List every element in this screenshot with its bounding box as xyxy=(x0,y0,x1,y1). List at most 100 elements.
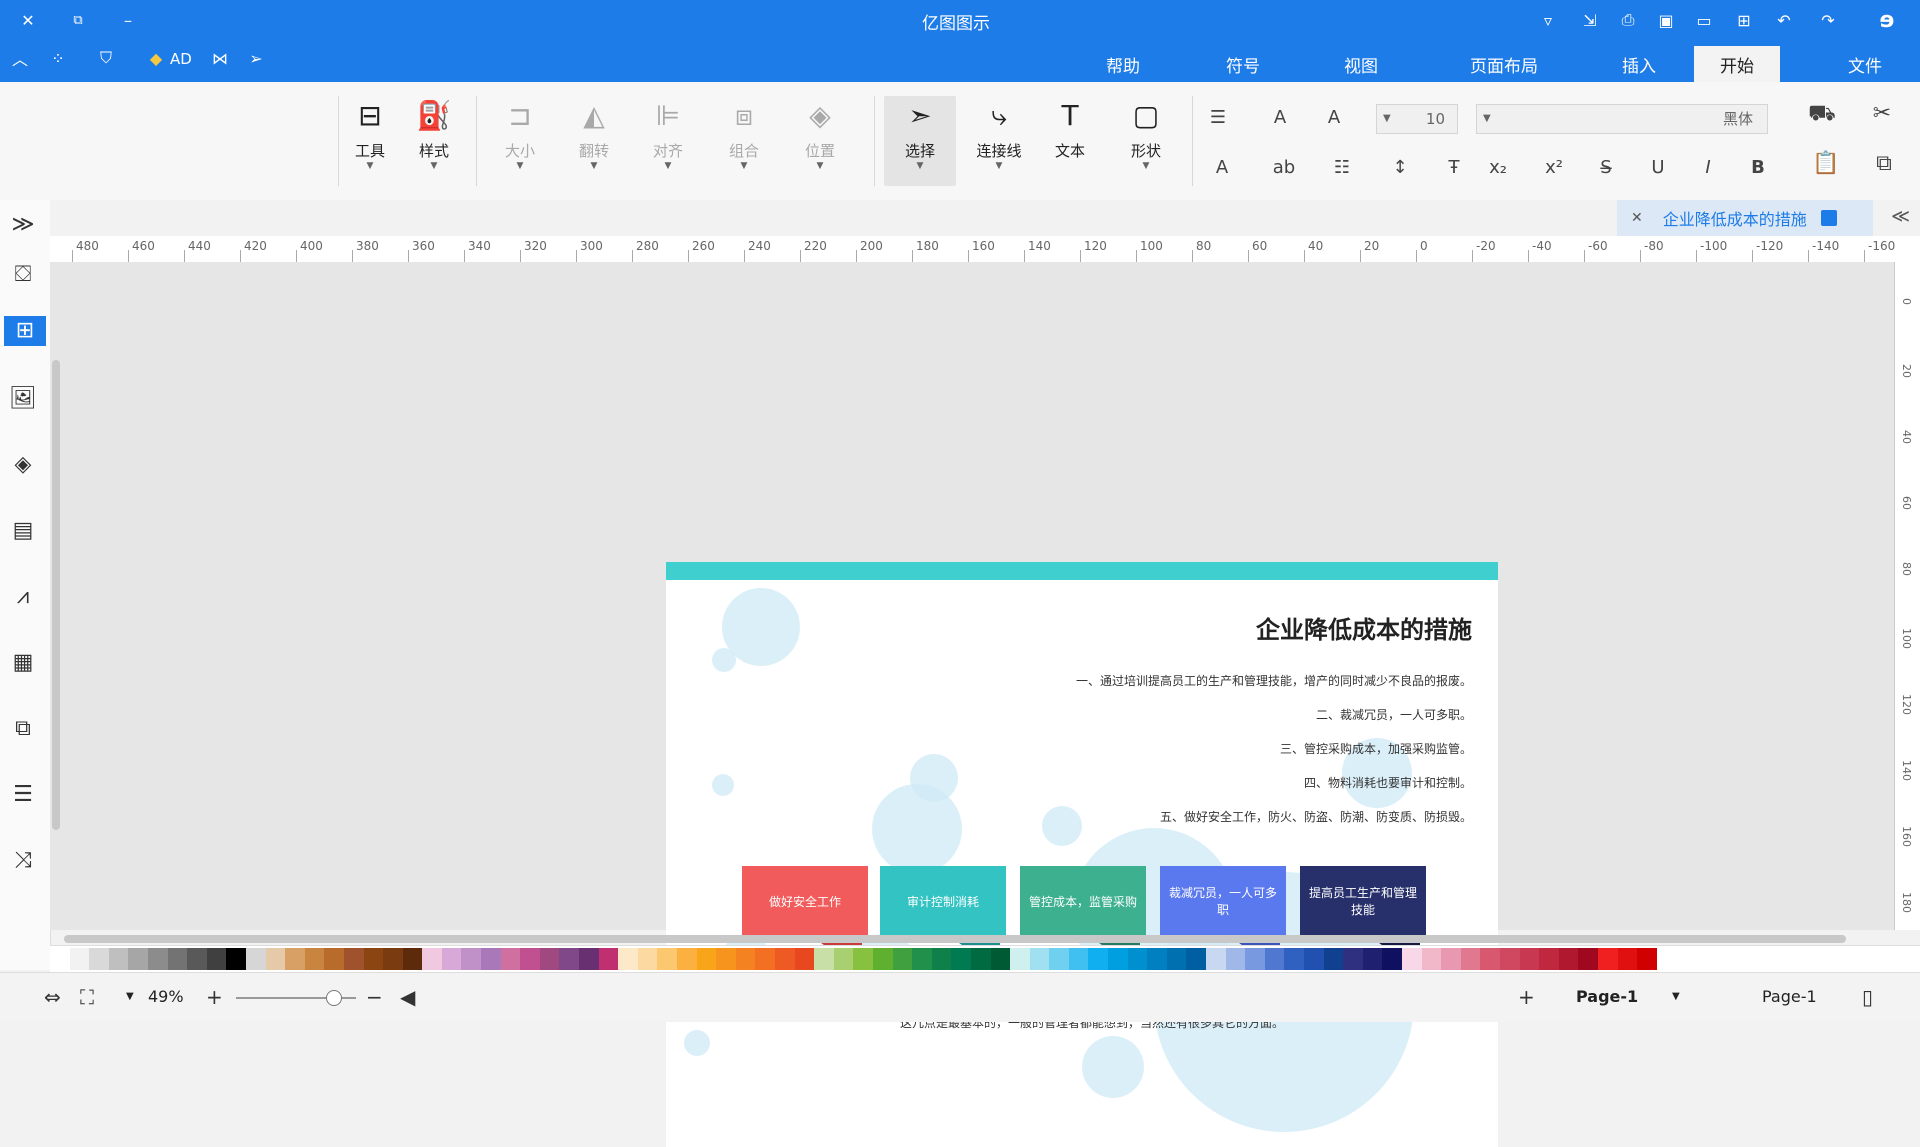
outline-icon[interactable]: ⧉ xyxy=(8,714,38,744)
collapse-ribbon-icon[interactable]: ︿ xyxy=(8,46,32,70)
color-swatch[interactable] xyxy=(324,948,344,970)
color-swatch[interactable] xyxy=(559,948,580,970)
color-swatch[interactable] xyxy=(833,948,854,970)
measure-line-5[interactable]: 五、做好安全工作，防火、防盗、防潮、防变质、防损毁。 xyxy=(1160,808,1472,825)
document-tab[interactable]: ✕ 企业降低成本的措施 xyxy=(1617,200,1873,236)
color-swatch[interactable] xyxy=(931,948,952,970)
save-icon[interactable]: ▣ xyxy=(1654,8,1678,32)
font-name-select[interactable]: ▼ 黑体 xyxy=(1476,104,1768,134)
minimize-icon[interactable]: – xyxy=(116,8,140,32)
tab-insert[interactable]: 插入 xyxy=(1596,46,1682,82)
measure-line-2[interactable]: 二、裁减冗员，一人可多职。 xyxy=(1316,706,1472,723)
color-swatch[interactable] xyxy=(579,948,599,970)
horizontal-scrollbar[interactable] xyxy=(64,935,1846,943)
gantt-icon[interactable]: ☰ xyxy=(8,780,38,810)
tab-symbols[interactable]: 符号 xyxy=(1200,46,1286,82)
color-swatch[interactable] xyxy=(735,948,756,970)
color-swatch[interactable] xyxy=(1225,948,1246,970)
color-swatch[interactable] xyxy=(206,948,227,970)
color-swatch[interactable] xyxy=(1362,948,1383,970)
color-swatch[interactable] xyxy=(1068,948,1089,970)
close-tab-icon[interactable]: ✕ xyxy=(1631,210,1643,226)
color-swatch[interactable] xyxy=(657,948,677,970)
page-title[interactable]: 企业降低成本的措施 xyxy=(1256,610,1472,645)
color-swatch[interactable] xyxy=(1421,948,1442,970)
apps-icon[interactable]: ⁘ xyxy=(46,46,70,70)
expand-panel-icon[interactable]: ≫ xyxy=(8,210,38,240)
color-swatch[interactable] xyxy=(598,948,619,970)
color-swatch[interactable] xyxy=(383,948,403,970)
increase-font-icon[interactable]: A xyxy=(1320,104,1348,132)
color-swatch[interactable] xyxy=(187,948,207,970)
color-swatch[interactable] xyxy=(1304,948,1324,970)
italic-icon[interactable]: I xyxy=(1694,154,1722,182)
color-swatch[interactable] xyxy=(1578,948,1598,970)
color-swatch[interactable] xyxy=(1460,948,1481,970)
zoom-chevron-down-icon[interactable]: ▼ xyxy=(126,991,134,1002)
tab-help[interactable]: 帮助 xyxy=(1080,46,1166,82)
measure-line-4[interactable]: 四、物料消耗也要审计和控制。 xyxy=(1304,774,1472,791)
color-swatch[interactable] xyxy=(245,948,266,970)
measure-card[interactable]: 审计控制消耗 xyxy=(880,866,1006,938)
undo-icon[interactable]: ↶ xyxy=(1772,8,1796,32)
image-icon[interactable]: 🖼 xyxy=(8,384,38,414)
color-swatch[interactable] xyxy=(677,948,697,970)
color-swatch[interactable] xyxy=(618,948,638,970)
subscript-icon[interactable]: x₂ xyxy=(1484,154,1512,182)
color-swatch[interactable] xyxy=(912,948,932,970)
color-swatch[interactable] xyxy=(774,948,795,970)
color-swatch[interactable] xyxy=(1499,948,1520,970)
connector-button[interactable]: ⤷ 连接线 ▼ xyxy=(966,96,1032,186)
color-swatch[interactable] xyxy=(147,948,168,970)
color-swatch[interactable] xyxy=(1029,948,1050,970)
fill-icon[interactable]: ⛋ xyxy=(8,260,38,290)
diagram-page[interactable]: 企业降低成本的措施 一、通过培训提高员工的生产和管理技能，增产的同时减少不良品的… xyxy=(666,562,1498,1147)
superscript-icon[interactable]: x² xyxy=(1540,154,1568,182)
redo-icon[interactable]: ↷ xyxy=(1816,8,1840,32)
underline-icon[interactable]: U xyxy=(1644,154,1672,182)
layers-icon[interactable]: ◈ xyxy=(8,450,38,480)
font-color-icon[interactable]: A xyxy=(1208,154,1236,182)
color-swatch[interactable] xyxy=(402,948,423,970)
color-palette[interactable] xyxy=(50,945,1920,972)
color-swatch[interactable] xyxy=(481,948,501,970)
color-swatch[interactable] xyxy=(226,948,246,970)
symbol-library-icon[interactable]: ⊞ xyxy=(4,316,46,346)
page-tab[interactable]: Page-1 xyxy=(1576,987,1638,1006)
color-swatch[interactable] xyxy=(755,948,775,970)
text-button[interactable]: T 文本 xyxy=(1042,96,1098,186)
color-swatch[interactable] xyxy=(1245,948,1265,970)
color-swatch[interactable] xyxy=(637,948,658,970)
measure-card[interactable]: 裁减冗员，一人可多职 xyxy=(1160,866,1286,938)
color-swatch[interactable] xyxy=(89,948,109,970)
zoom-out-icon[interactable]: − xyxy=(366,985,383,1009)
open-icon[interactable]: ▭ xyxy=(1692,8,1716,32)
color-swatch[interactable] xyxy=(814,948,834,970)
color-swatch[interactable] xyxy=(539,948,560,970)
theme-icon[interactable]: ⛉ xyxy=(94,46,118,70)
chart-icon[interactable]: ⩘ xyxy=(8,582,38,612)
page-panel-icon[interactable]: ▯ xyxy=(1862,985,1873,1009)
table-icon[interactable]: ▦ xyxy=(8,648,38,678)
color-swatch[interactable] xyxy=(128,948,148,970)
measure-card[interactable]: 提高员工生产和管理技能 xyxy=(1300,866,1426,938)
measure-line-3[interactable]: 三、管控采购成本，加强采购监管。 xyxy=(1280,740,1472,757)
collapse-panel-icon[interactable]: ≪ xyxy=(1891,206,1910,227)
paste-icon[interactable]: 📋 xyxy=(1812,150,1840,178)
strikethrough-icon[interactable]: S̶ xyxy=(1592,154,1620,182)
color-swatch[interactable] xyxy=(520,948,540,970)
share-icon[interactable]: ⋈ xyxy=(208,46,232,70)
zoom-slider-handle[interactable] xyxy=(326,990,342,1006)
color-swatch[interactable] xyxy=(1441,948,1461,970)
color-swatch[interactable] xyxy=(892,948,913,970)
restore-icon[interactable]: ⧉ xyxy=(66,8,90,32)
color-swatch[interactable] xyxy=(1108,948,1128,970)
color-swatch[interactable] xyxy=(1284,948,1304,970)
color-swatch[interactable] xyxy=(441,948,462,970)
color-swatch[interactable] xyxy=(363,948,384,970)
color-swatch[interactable] xyxy=(1558,948,1579,970)
color-swatch[interactable] xyxy=(1206,948,1226,970)
play-icon[interactable]: ◀ xyxy=(400,985,415,1009)
text-direction-icon[interactable]: ab xyxy=(1270,154,1298,182)
color-swatch[interactable] xyxy=(872,948,893,970)
